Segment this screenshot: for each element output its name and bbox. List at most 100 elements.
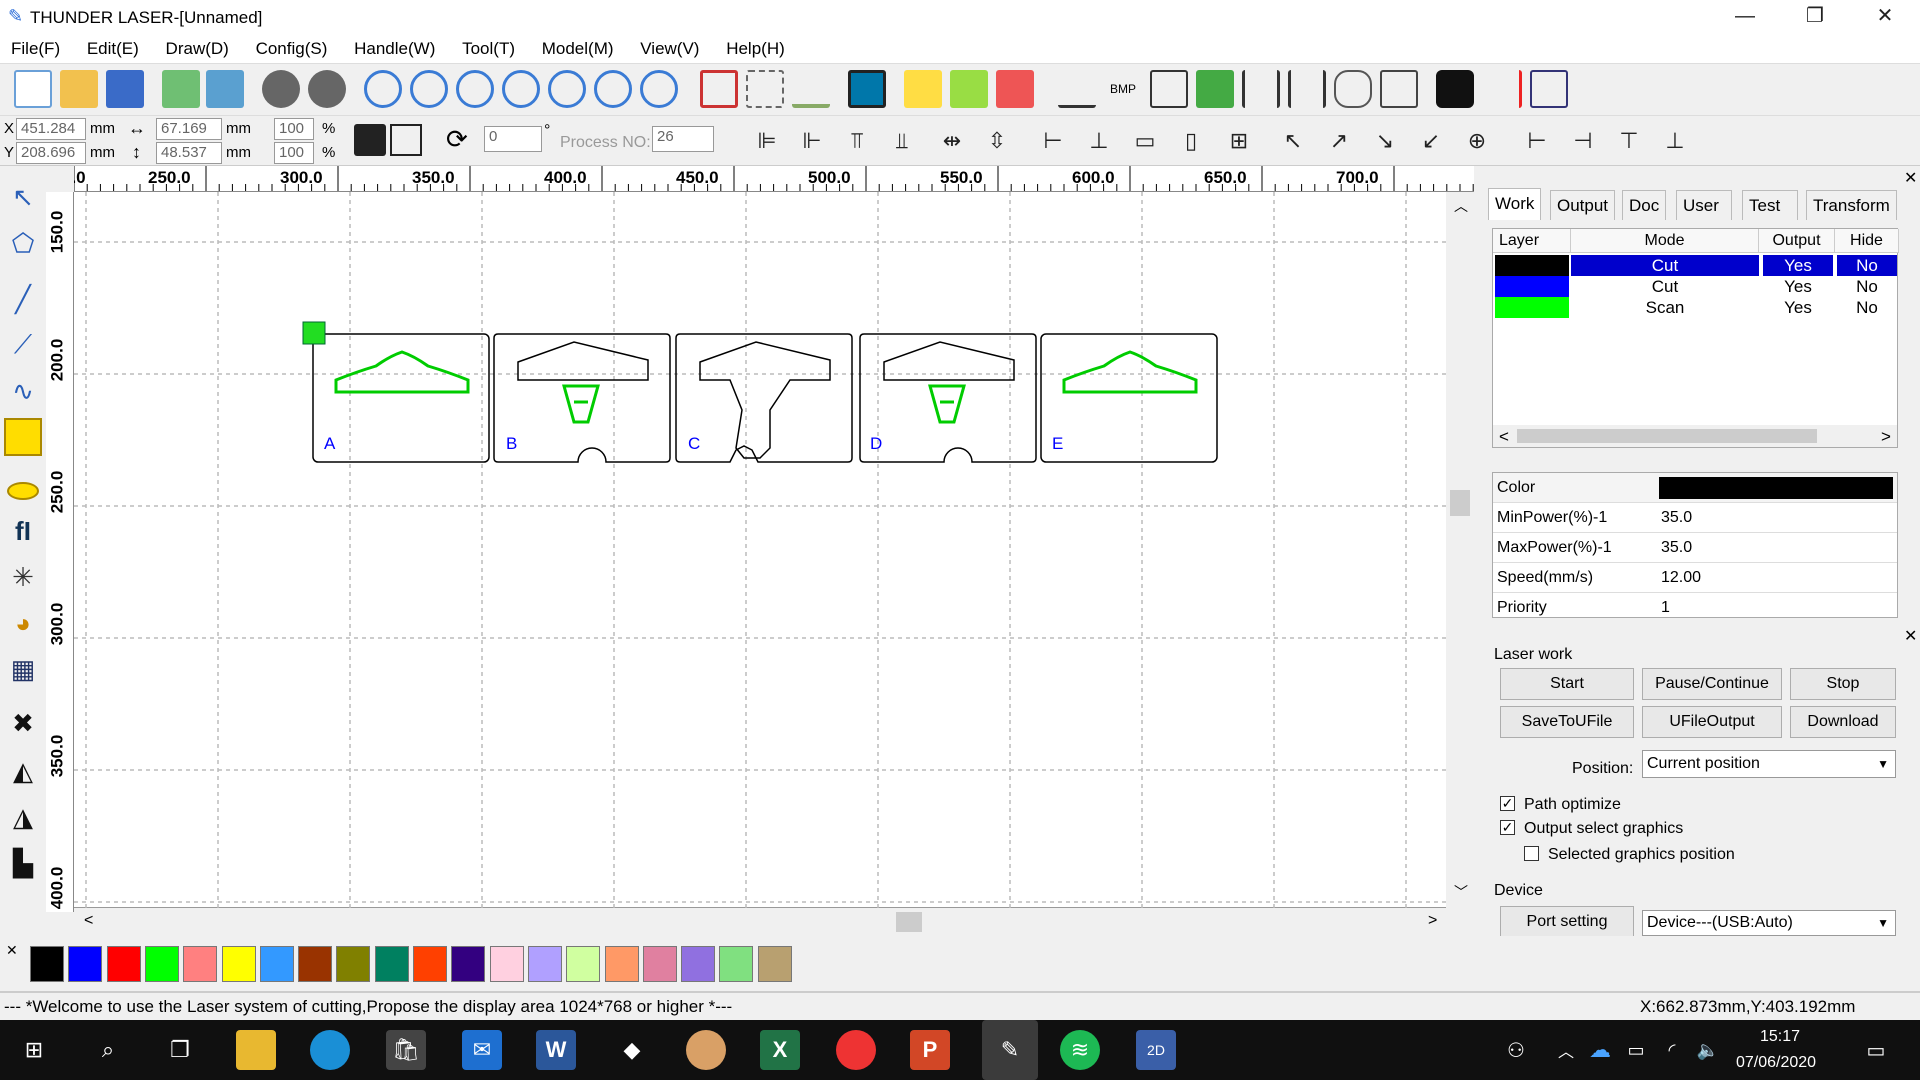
- color-swatch[interactable]: [144, 946, 179, 982]
- align-center-h-icon[interactable]: ⇹: [935, 124, 969, 158]
- store-icon[interactable]: 🛍: [386, 1030, 426, 1070]
- path-optimize-checkbox[interactable]: ✓: [1500, 796, 1515, 811]
- scale-width-field[interactable]: 100: [274, 118, 314, 140]
- center-page-icon[interactable]: ⊞: [1222, 124, 1256, 158]
- scroll-left-icon[interactable]: <: [84, 912, 93, 930]
- move-center-icon[interactable]: ⊕: [1460, 124, 1494, 158]
- color-swatch[interactable]: [374, 946, 409, 982]
- tab-output[interactable]: Output: [1550, 190, 1616, 220]
- priority-field[interactable]: 1: [1661, 599, 1670, 617]
- scroll-thumb[interactable]: [896, 912, 922, 932]
- zoom-window-icon[interactable]: [640, 70, 678, 108]
- color-swatch[interactable]: [30, 946, 64, 982]
- layer-color-value[interactable]: [1659, 477, 1893, 499]
- menu-handle[interactable]: Handle(W): [343, 34, 446, 64]
- open-folder-icon[interactable]: [60, 70, 98, 108]
- zoom-page-icon[interactable]: [502, 70, 540, 108]
- size-equal-icon[interactable]: [1288, 70, 1326, 108]
- zoom-fit-icon[interactable]: [594, 70, 632, 108]
- menu-view[interactable]: View(V): [629, 34, 710, 64]
- restore-button[interactable]: ❐: [1780, 0, 1850, 34]
- import-icon[interactable]: [162, 70, 200, 108]
- zoom-in-icon[interactable]: [410, 70, 448, 108]
- thunder-laser-taskbar-icon[interactable]: ✎: [982, 1020, 1038, 1080]
- node-edit-icon[interactable]: [746, 70, 784, 108]
- color-swatch[interactable]: [566, 946, 601, 982]
- stop-button[interactable]: Stop: [1790, 668, 1896, 700]
- redo-icon[interactable]: [308, 70, 346, 108]
- polyline-tool-icon[interactable]: ⟋: [4, 326, 42, 364]
- layer-output[interactable]: Yes: [1763, 276, 1833, 297]
- save-to-ufile-button[interactable]: SaveToUFile: [1500, 706, 1634, 738]
- max-power-field[interactable]: 35.0: [1661, 539, 1692, 557]
- layer-row[interactable]: Cut Yes No: [1493, 276, 1899, 297]
- selected-graphics-position-checkbox[interactable]: [1524, 846, 1539, 861]
- spotify-icon[interactable]: ≋: [1060, 1030, 1100, 1070]
- menu-help[interactable]: Help(H): [715, 34, 796, 64]
- color-swatch[interactable]: [68, 946, 103, 982]
- lock-ratio-icon[interactable]: [354, 124, 386, 156]
- color-swatch[interactable]: [719, 946, 754, 982]
- bitmap-tool-icon[interactable]: ◕: [4, 604, 42, 642]
- notifications-icon[interactable]: ▭: [1856, 1030, 1896, 1070]
- move-top-left-icon[interactable]: ↖: [1276, 124, 1310, 158]
- word-icon[interactable]: W: [536, 1030, 576, 1070]
- align-bottom-icon[interactable]: ⫫: [885, 124, 919, 158]
- volume-icon[interactable]: 🔈: [1688, 1030, 1728, 1070]
- device-select[interactable]: Device---(USB:Auto) ▼: [1642, 910, 1896, 936]
- y-coordinate-field[interactable]: 208.696: [16, 142, 86, 164]
- delete-icon[interactable]: ✖: [4, 704, 42, 742]
- move-bottom-right-icon[interactable]: ↘: [1368, 124, 1402, 158]
- layout-icon[interactable]: [996, 70, 1034, 108]
- color-swatch[interactable]: [642, 946, 677, 982]
- drawing-canvas[interactable]: A B C D E: [74, 192, 1446, 908]
- close-button[interactable]: ✕: [1850, 0, 1920, 34]
- layer-hide[interactable]: No: [1837, 255, 1897, 276]
- move-bottom-edge-icon[interactable]: ⊥: [1658, 124, 1692, 158]
- tab-user[interactable]: User: [1676, 190, 1732, 220]
- scroll-left-icon[interactable]: <: [1499, 427, 1509, 447]
- layer-hscrollbar[interactable]: < >: [1493, 425, 1897, 447]
- save-icon[interactable]: [106, 70, 144, 108]
- color-swatch[interactable]: [221, 946, 256, 982]
- color-swatch[interactable]: [527, 946, 562, 982]
- space-h-icon[interactable]: ⊢: [1036, 124, 1070, 158]
- pause-continue-button[interactable]: Pause/Continue: [1642, 668, 1782, 700]
- scroll-thumb[interactable]: [1517, 429, 1817, 443]
- battery-icon[interactable]: ▭: [1616, 1030, 1656, 1070]
- start-button[interactable]: Start: [1500, 668, 1634, 700]
- scroll-right-icon[interactable]: >: [1428, 912, 1437, 930]
- color-swatch[interactable]: [298, 946, 333, 982]
- page-setup-icon[interactable]: ▙: [4, 844, 42, 882]
- 2d-design-icon[interactable]: 2D: [1136, 1030, 1176, 1070]
- align-top-icon[interactable]: ⫪: [840, 124, 874, 158]
- scroll-down-icon[interactable]: ﹀: [1454, 882, 1468, 902]
- color-swatch[interactable]: [757, 946, 792, 982]
- grid-array-icon[interactable]: ▦: [4, 650, 42, 688]
- curve-tool-icon[interactable]: ∿: [4, 372, 42, 410]
- same-height-icon[interactable]: ▯: [1174, 124, 1208, 158]
- part-b-outline[interactable]: [493, 333, 671, 463]
- height-field[interactable]: 48.537: [156, 142, 222, 164]
- align-center-v-icon[interactable]: ⇳: [980, 124, 1014, 158]
- minimize-button[interactable]: —: [1710, 0, 1780, 34]
- point-tool-icon[interactable]: ✳: [4, 558, 42, 596]
- smooth-curve-icon[interactable]: [792, 70, 830, 108]
- menu-file[interactable]: File(F): [0, 34, 71, 64]
- move-top-edge-icon[interactable]: ⊤: [1612, 124, 1646, 158]
- chrome-icon[interactable]: [836, 1030, 876, 1070]
- canvas-horizontal-scrollbar[interactable]: < >: [74, 908, 1446, 936]
- color-swatch[interactable]: [413, 946, 447, 982]
- align-left-icon[interactable]: ⊫: [750, 124, 784, 158]
- same-width-icon[interactable]: ▭: [1128, 124, 1162, 158]
- move-right-edge-icon[interactable]: ⊣: [1566, 124, 1600, 158]
- selection-handle[interactable]: [302, 321, 326, 345]
- cloud-icon[interactable]: [1334, 70, 1372, 108]
- inkscape-icon[interactable]: ◆: [612, 1030, 652, 1070]
- layer-mode[interactable]: Cut: [1571, 276, 1759, 297]
- search-icon[interactable]: ⌕: [88, 1030, 128, 1070]
- color-swatch[interactable]: [604, 946, 639, 982]
- menu-model[interactable]: Model(M): [531, 34, 625, 64]
- layer-mode[interactable]: Scan: [1571, 297, 1759, 318]
- task-view-icon[interactable]: ❐: [160, 1030, 200, 1070]
